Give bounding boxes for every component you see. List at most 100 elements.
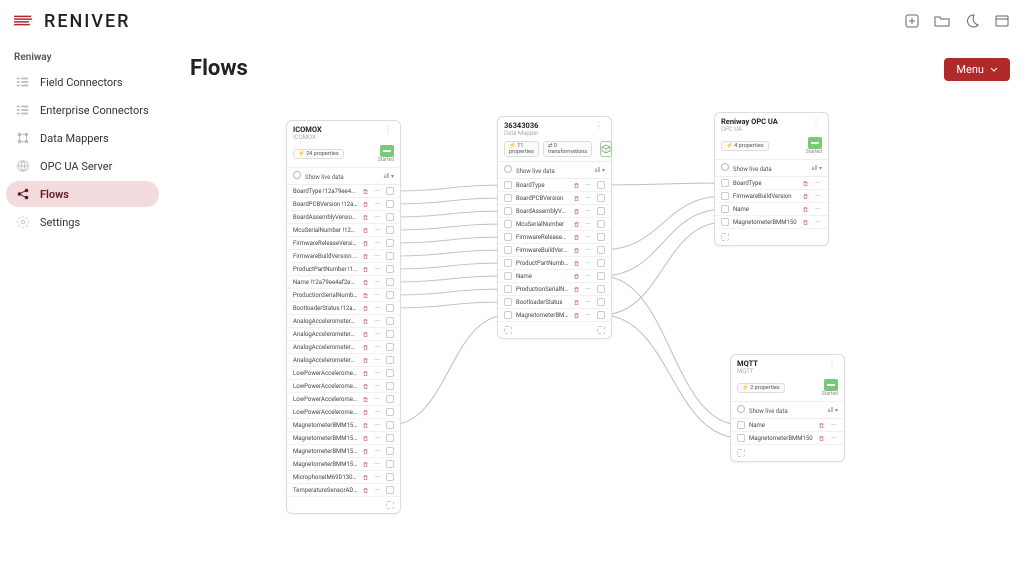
collapse-icon[interactable]: — (373, 330, 382, 338)
add-input-port[interactable] (504, 326, 512, 334)
collapse-icon[interactable]: — (584, 285, 593, 293)
add-input-port[interactable] (721, 233, 729, 241)
delete-icon[interactable] (573, 208, 580, 215)
collapse-icon[interactable]: — (373, 408, 382, 416)
collapse-icon[interactable]: — (373, 252, 382, 260)
collapse-icon[interactable]: — (373, 434, 382, 442)
delete-icon[interactable] (573, 234, 580, 241)
input-port[interactable] (721, 205, 729, 213)
output-port[interactable] (386, 356, 394, 364)
input-port[interactable] (737, 421, 745, 429)
output-port[interactable] (597, 220, 605, 228)
filter-dropdown[interactable]: all ▾ (383, 173, 394, 180)
add-input-port[interactable] (737, 449, 745, 457)
delete-icon[interactable] (362, 188, 369, 195)
collapse-icon[interactable]: — (584, 246, 593, 254)
output-port[interactable] (597, 311, 605, 319)
collapse-icon[interactable]: — (584, 311, 593, 319)
delete-icon[interactable] (362, 240, 369, 247)
collapse-icon[interactable]: — (373, 200, 382, 208)
delete-icon[interactable] (362, 227, 369, 234)
collapse-icon[interactable]: — (584, 259, 593, 267)
collapse-icon[interactable]: — (813, 218, 822, 226)
collapse-icon[interactable]: — (813, 179, 822, 187)
collapse-icon[interactable]: — (373, 278, 382, 286)
delete-icon[interactable] (362, 383, 369, 390)
collapse-icon[interactable]: — (373, 382, 382, 390)
input-port[interactable] (721, 192, 729, 200)
filter-dropdown[interactable]: all ▾ (594, 167, 605, 174)
input-port[interactable] (504, 194, 512, 202)
output-port[interactable] (386, 473, 394, 481)
sidebar-item-field-connectors[interactable]: Field Connectors (6, 69, 159, 95)
delete-icon[interactable] (818, 422, 825, 429)
collapse-icon[interactable]: — (373, 486, 382, 494)
sidebar-item-opc-ua-server[interactable]: OPC UA Server (6, 153, 159, 179)
add-output-port[interactable] (597, 326, 605, 334)
delete-icon[interactable] (362, 331, 369, 338)
output-port[interactable] (386, 330, 394, 338)
flow-canvas[interactable]: ICOMOXICOMOX⋮⚡ 24 propertiesStartedShow … (190, 100, 1024, 580)
output-port[interactable] (597, 194, 605, 202)
input-port[interactable] (504, 259, 512, 267)
delete-icon[interactable] (802, 219, 809, 226)
delete-icon[interactable] (802, 193, 809, 200)
delete-icon[interactable] (362, 279, 369, 286)
collapse-icon[interactable]: — (373, 304, 382, 312)
delete-icon[interactable] (362, 292, 369, 299)
output-port[interactable] (386, 421, 394, 429)
add-property-row[interactable] (715, 229, 828, 245)
show-live-data-row[interactable]: Show live dataall ▾ (715, 160, 828, 177)
collapse-icon[interactable]: — (584, 272, 593, 280)
collapse-icon[interactable]: — (373, 421, 382, 429)
filter-dropdown[interactable]: all ▾ (827, 407, 838, 414)
delete-icon[interactable] (573, 299, 580, 306)
output-port[interactable] (597, 181, 605, 189)
cube-icon[interactable] (600, 141, 612, 157)
collapse-icon[interactable]: — (829, 421, 838, 429)
output-port[interactable] (386, 408, 394, 416)
sidebar-item-data-mappers[interactable]: Data Mappers (6, 125, 159, 151)
delete-icon[interactable] (573, 312, 580, 319)
properties-badge[interactable]: ⚡ 4 properties (721, 141, 769, 151)
collapse-icon[interactable]: — (813, 205, 822, 213)
collapse-icon[interactable]: — (584, 298, 593, 306)
collapse-icon[interactable]: — (829, 434, 838, 442)
collapse-icon[interactable]: — (373, 226, 382, 234)
filter-dropdown[interactable]: all ▾ (811, 165, 822, 172)
input-port[interactable] (721, 218, 729, 226)
output-port[interactable] (597, 272, 605, 280)
output-port[interactable] (386, 382, 394, 390)
more-icon[interactable]: ⋮ (810, 117, 822, 126)
input-port[interactable] (504, 220, 512, 228)
output-port[interactable] (386, 187, 394, 195)
input-port[interactable] (504, 246, 512, 254)
delete-icon[interactable] (362, 474, 369, 481)
sidebar-item-flows[interactable]: Flows (6, 181, 159, 207)
collapse-icon[interactable]: — (373, 447, 382, 455)
collapse-icon[interactable]: — (584, 194, 593, 202)
properties-badge[interactable]: ⚡ 24 properties (293, 149, 344, 159)
output-port[interactable] (386, 447, 394, 455)
output-port[interactable] (597, 259, 605, 267)
show-live-data-row[interactable]: Show live dataall ▾ (498, 162, 611, 179)
delete-icon[interactable] (362, 487, 369, 494)
delete-icon[interactable] (362, 422, 369, 429)
collapse-icon[interactable]: — (373, 460, 382, 468)
output-port[interactable] (597, 233, 605, 241)
collapse-icon[interactable]: — (373, 187, 382, 195)
add-property-row[interactable] (498, 322, 611, 338)
delete-icon[interactable] (802, 206, 809, 213)
output-port[interactable] (386, 213, 394, 221)
collapse-icon[interactable]: — (373, 343, 382, 351)
delete-icon[interactable] (362, 357, 369, 364)
output-port[interactable] (386, 343, 394, 351)
output-port[interactable] (597, 298, 605, 306)
input-port[interactable] (504, 181, 512, 189)
output-port[interactable] (386, 239, 394, 247)
input-port[interactable] (504, 311, 512, 319)
flow-node-mqtt[interactable]: MQTTMQTT⋮⚡ 2 propertiesStartedShow live … (730, 354, 845, 462)
delete-icon[interactable] (362, 409, 369, 416)
delete-icon[interactable] (362, 201, 369, 208)
collapse-icon[interactable]: — (373, 213, 382, 221)
